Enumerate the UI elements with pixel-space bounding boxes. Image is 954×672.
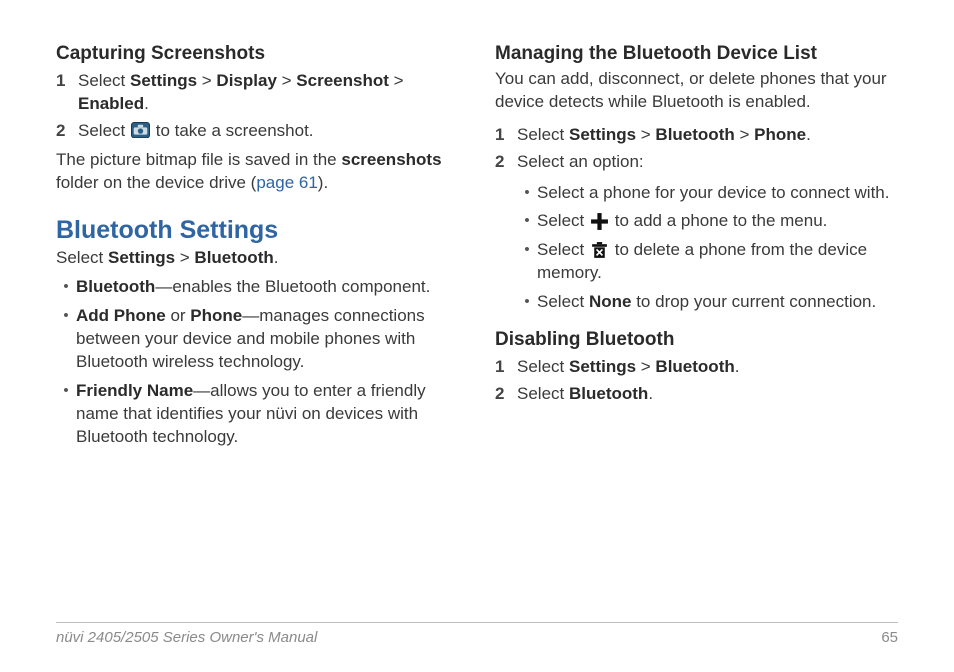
step-number: 1 — [495, 124, 517, 147]
list-item: • Select a phone for your device to conn… — [517, 182, 898, 205]
step-number: 2 — [56, 120, 78, 143]
list-item: • Friendly Name—allows you to enter a fr… — [56, 380, 459, 449]
bullet-icon: • — [56, 305, 76, 328]
bluetooth-bullets: • Bluetooth—enables the Bluetooth compon… — [56, 276, 459, 449]
bullet-text: Select to add a phone to the menu. — [537, 210, 827, 233]
plus-icon — [590, 212, 609, 229]
camera-icon — [131, 122, 150, 139]
step-text: Select an option: — [517, 151, 644, 174]
list-item: 1 Select Settings > Display > Screenshot… — [56, 70, 459, 116]
step-number: 1 — [56, 70, 78, 93]
step-text: Select Settings > Bluetooth. — [517, 356, 739, 379]
bullet-text: Select to delete a phone from the device… — [537, 239, 898, 285]
list-item: • Select to add a phone to the menu. — [517, 210, 898, 233]
list-item: • Add Phone or Phone—manages connections… — [56, 305, 459, 374]
list-item: • Bluetooth—enables the Bluetooth compon… — [56, 276, 459, 299]
content-columns: Capturing Screenshots 1 Select Settings … — [56, 42, 898, 455]
screenshot-note: The picture bitmap file is saved in the … — [56, 149, 459, 195]
bullet-icon: • — [56, 276, 76, 299]
option-bullets: • Select a phone for your device to conn… — [517, 182, 898, 315]
list-item: 2 Select to take a screenshot. — [56, 120, 459, 143]
bullet-text: Add Phone or Phone—manages connections b… — [76, 305, 459, 374]
bullet-text: Friendly Name—allows you to enter a frie… — [76, 380, 459, 449]
right-column: Managing the Bluetooth Device List You c… — [495, 42, 898, 455]
managing-intro: You can add, disconnect, or delete phone… — [495, 68, 898, 114]
bullet-text: Select None to drop your current connect… — [537, 291, 876, 314]
bullet-icon: • — [56, 380, 76, 403]
page-number: 65 — [881, 629, 898, 646]
managing-steps: 1 Select Settings > Bluetooth > Phone. 2… — [495, 124, 898, 174]
heading-capturing-screenshots: Capturing Screenshots — [56, 42, 459, 66]
disabling-steps: 1 Select Settings > Bluetooth. 2 Select … — [495, 356, 898, 406]
list-item: 1 Select Settings > Bluetooth > Phone. — [495, 124, 898, 147]
page-link[interactable]: page 61 — [256, 173, 317, 192]
step-text: Select Bluetooth. — [517, 383, 653, 406]
list-item: 2 Select Bluetooth. — [495, 383, 898, 406]
screenshot-steps: 1 Select Settings > Display > Screenshot… — [56, 70, 459, 143]
left-column: Capturing Screenshots 1 Select Settings … — [56, 42, 459, 455]
list-item: 1 Select Settings > Bluetooth. — [495, 356, 898, 379]
bullet-text: Select a phone for your device to connec… — [537, 182, 889, 205]
heading-bluetooth-settings: Bluetooth Settings — [56, 216, 459, 245]
bullet-icon: • — [517, 182, 537, 205]
step-number: 2 — [495, 383, 517, 406]
heading-managing-devices: Managing the Bluetooth Device List — [495, 42, 898, 66]
bullet-icon: • — [517, 239, 537, 262]
heading-disabling-bluetooth: Disabling Bluetooth — [495, 328, 898, 352]
step-text: Select Settings > Bluetooth > Phone. — [517, 124, 811, 147]
page-footer: nüvi 2405/2505 Series Owner's Manual 65 — [56, 622, 898, 646]
step-text: Select Settings > Display > Screenshot >… — [78, 70, 459, 116]
step-text: Select to take a screenshot. — [78, 120, 314, 143]
trash-icon — [590, 241, 609, 258]
bluetooth-lead: Select Settings > Bluetooth. — [56, 247, 459, 270]
bullet-icon: • — [517, 291, 537, 314]
bullet-text: Bluetooth—enables the Bluetooth componen… — [76, 276, 430, 299]
footer-title: nüvi 2405/2505 Series Owner's Manual — [56, 629, 317, 646]
step-number: 1 — [495, 356, 517, 379]
step-number: 2 — [495, 151, 517, 174]
bullet-icon: • — [517, 210, 537, 233]
list-item: • Select to delete a phone from the devi… — [517, 239, 898, 285]
list-item: 2 Select an option: — [495, 151, 898, 174]
list-item: • Select None to drop your current conne… — [517, 291, 898, 314]
